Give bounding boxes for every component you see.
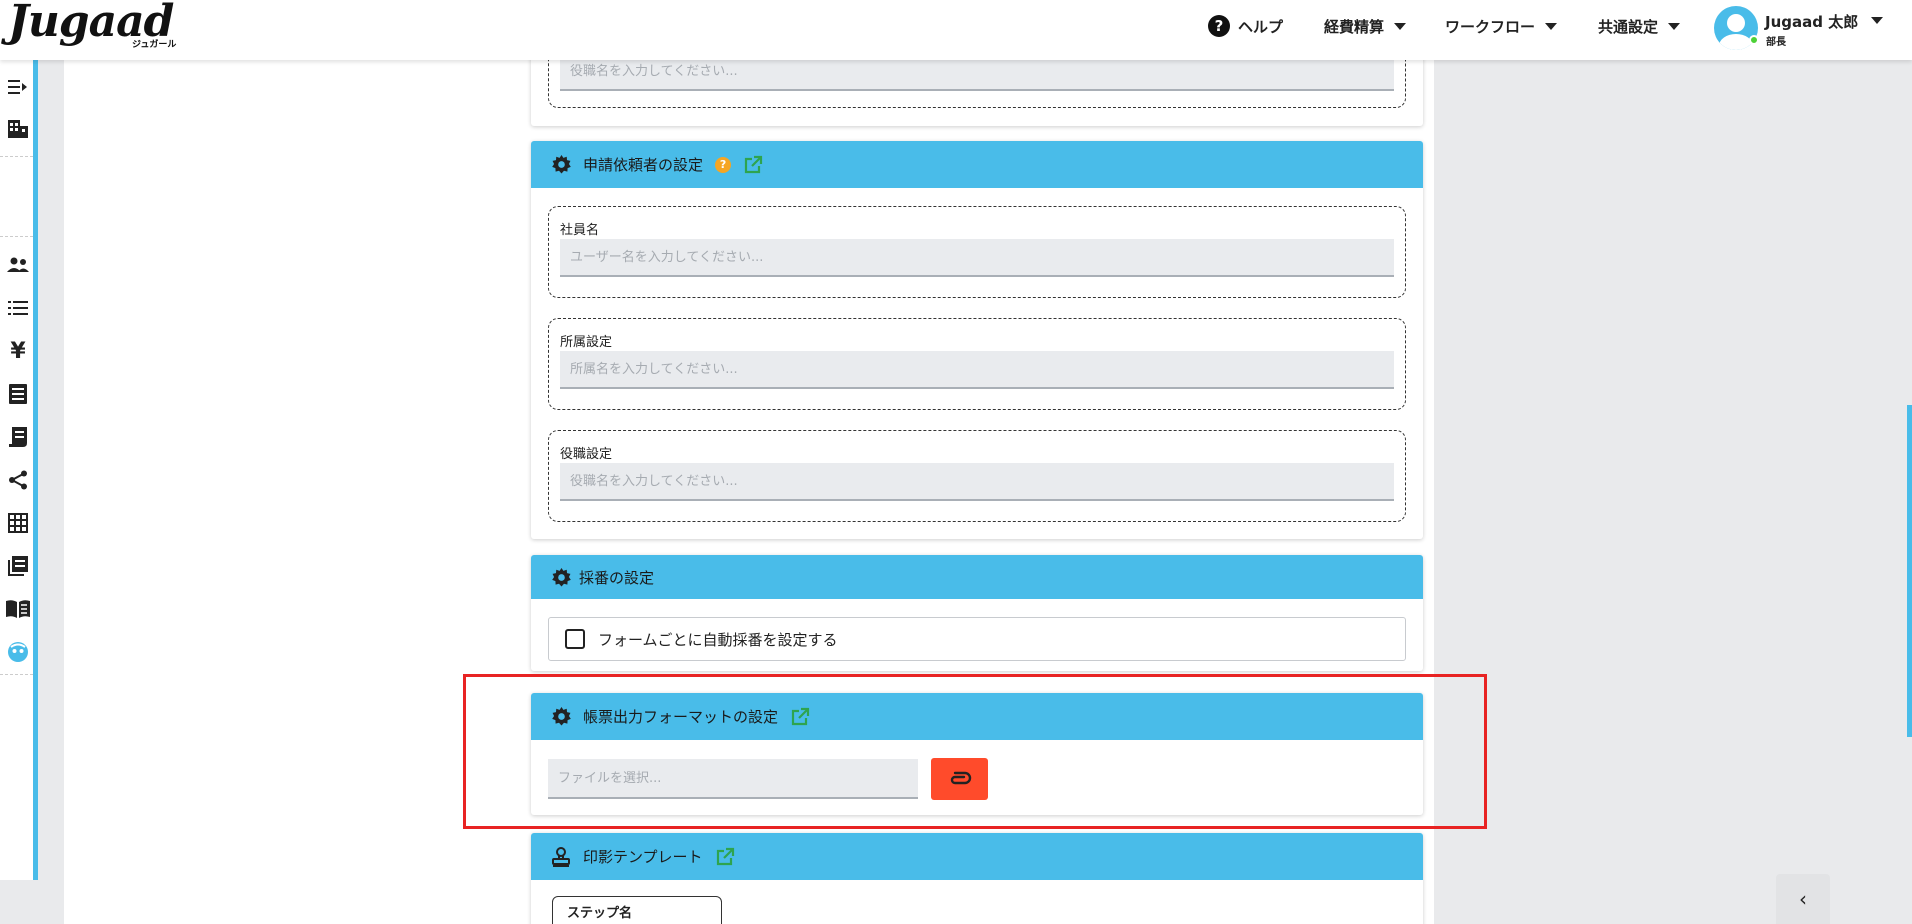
output-format-header: 帳票出力フォーマットの設定	[531, 693, 1423, 740]
menu-common-settings[interactable]: 共通設定	[1598, 0, 1681, 52]
app-logo[interactable]: Jugaad ジュガール	[8, 0, 177, 58]
external-link-icon[interactable]	[790, 707, 810, 727]
menu-expense-label: 経費精算	[1324, 17, 1385, 36]
menu-expand-icon[interactable]	[5, 74, 31, 100]
scrollbar[interactable]	[1907, 405, 1912, 737]
external-link-icon[interactable]	[743, 155, 763, 175]
department-input[interactable]	[560, 351, 1394, 389]
auto-numbering-option[interactable]: フォームごとに自動採番を設定する	[548, 617, 1406, 661]
gear-icon	[551, 707, 571, 727]
user-menu[interactable]: Jugaad 太郎	[1765, 11, 1884, 32]
caret-down-icon	[1394, 22, 1407, 30]
menu-common-settings-label: 共通設定	[1598, 17, 1659, 36]
top-header: Jugaad ジュガール ? ヘルプ 経費精算 ワークフロー 共通設定 Juga…	[0, 0, 1912, 60]
auto-numbering-label: フォームごとに自動採番を設定する	[598, 630, 838, 649]
online-status-dot	[1749, 35, 1759, 45]
logo-subtitle: ジュガール	[132, 40, 177, 50]
collapse-button[interactable]: ‹	[1776, 874, 1830, 924]
seal-template-card: 印影テンプレート ステップ名	[531, 833, 1423, 924]
caret-down-icon	[1668, 22, 1681, 30]
table-icon[interactable]	[5, 510, 31, 536]
department-label: 所属設定	[560, 335, 613, 350]
building-icon[interactable]	[5, 116, 31, 142]
menu-expense[interactable]: 経費精算	[1324, 0, 1407, 52]
user-role: 部長	[1766, 37, 1786, 48]
face-icon[interactable]	[5, 639, 31, 665]
employee-name-label: 社員名	[560, 223, 600, 238]
invoice-icon[interactable]	[5, 424, 31, 450]
yen-icon[interactable]: ¥	[5, 338, 31, 364]
attach-file-button[interactable]	[931, 758, 988, 800]
caret-down-icon	[1871, 17, 1884, 24]
menu-workflow[interactable]: ワークフロー	[1445, 0, 1558, 52]
user-name: Jugaad 太郎	[1765, 13, 1859, 31]
output-format-card: 帳票出力フォーマットの設定	[531, 693, 1423, 815]
requester-settings-title: 申請依頼者の設定	[583, 156, 704, 174]
book-icon[interactable]	[5, 596, 31, 622]
employee-name-input[interactable]	[560, 239, 1394, 277]
list-icon[interactable]	[5, 295, 31, 321]
employee-name-field: 社員名	[548, 206, 1406, 298]
share-icon[interactable]	[5, 467, 31, 493]
seal-template-title: 印影テンプレート	[583, 848, 703, 866]
chevron-left-icon: ‹	[1799, 887, 1807, 911]
question-circle-icon: ?	[1208, 15, 1230, 37]
numbering-settings-card: 採番の設定 フォームごとに自動採番を設定する	[531, 555, 1423, 671]
numbering-settings-header: 採番の設定	[531, 555, 1423, 599]
requester-settings-card: 申請依頼者の設定 ? 社員名 所属設定 役職設定	[531, 141, 1423, 539]
position-setting-label: 役職設定	[560, 447, 613, 462]
requester-settings-header: 申請依頼者の設定 ?	[531, 141, 1423, 188]
gear-icon	[551, 155, 571, 175]
auto-numbering-checkbox[interactable]	[565, 629, 585, 649]
gear-icon	[551, 567, 571, 587]
paperclip-icon	[948, 771, 972, 788]
position-setting-input[interactable]	[560, 463, 1394, 501]
file-select-input[interactable]	[548, 759, 918, 799]
receipt-icon[interactable]	[5, 381, 31, 407]
menu-workflow-label: ワークフロー	[1445, 17, 1536, 36]
help-label: ヘルプ	[1238, 17, 1284, 36]
help-link[interactable]: ? ヘルプ	[1208, 0, 1283, 52]
seal-template-header: 印影テンプレート	[531, 833, 1423, 880]
step-name-header: ステップ名	[552, 896, 722, 924]
position-setting-field: 役職設定	[548, 430, 1406, 522]
department-field: 所属設定	[548, 318, 1406, 410]
sidebar: ¥	[0, 60, 38, 880]
output-format-title: 帳票出力フォーマットの設定	[583, 708, 779, 726]
library-icon[interactable]	[5, 553, 31, 579]
external-link-icon[interactable]	[715, 847, 735, 867]
caret-down-icon	[1545, 22, 1558, 30]
users-icon[interactable]	[5, 252, 31, 278]
question-circle-icon[interactable]: ?	[715, 156, 732, 173]
numbering-settings-title: 採番の設定	[579, 568, 655, 587]
stamp-icon	[551, 846, 571, 867]
